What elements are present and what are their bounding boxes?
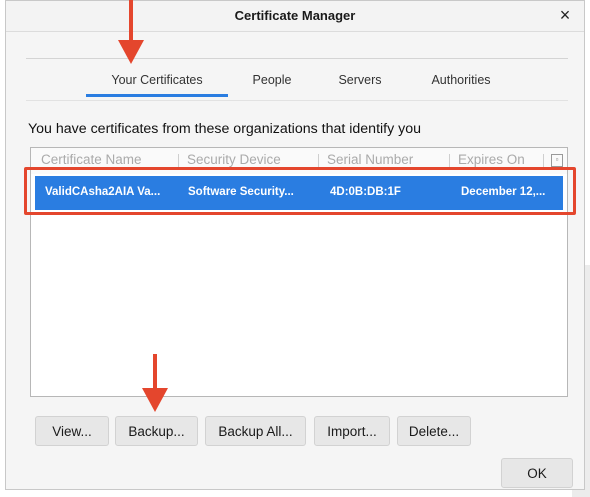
tab-authorities[interactable]: Authorities bbox=[418, 65, 504, 97]
tabs-bottom-divider bbox=[26, 100, 568, 101]
column-separator bbox=[318, 154, 319, 168]
tabs-top-divider bbox=[26, 58, 568, 59]
table-row[interactable]: ValidCAsha2AIA Va... Software Security..… bbox=[35, 176, 563, 210]
backup-button[interactable]: Backup... bbox=[115, 416, 198, 446]
column-separator bbox=[449, 154, 450, 168]
column-header-certificate-name[interactable]: Certificate Name bbox=[41, 152, 142, 167]
ok-button[interactable]: OK bbox=[501, 458, 573, 488]
tab-servers[interactable]: Servers bbox=[325, 65, 395, 97]
close-button[interactable]: × bbox=[554, 4, 576, 26]
certificate-list[interactable]: Certificate Name Security Device Serial … bbox=[30, 147, 568, 397]
dialog-title: Certificate Manager bbox=[234, 8, 356, 23]
view-button[interactable]: View... bbox=[35, 416, 109, 446]
column-header-serial-number[interactable]: Serial Number bbox=[327, 152, 413, 167]
cell-security-device: Software Security... bbox=[188, 186, 294, 198]
column-picker-icon[interactable]: ▫ bbox=[551, 154, 563, 167]
column-header-security-device[interactable]: Security Device bbox=[187, 152, 281, 167]
column-separator bbox=[543, 154, 544, 168]
title-bar: Certificate Manager × bbox=[6, 1, 584, 32]
tab-label: Your Certificates bbox=[111, 73, 203, 87]
cell-serial-number: 4D:0B:DB:1F bbox=[330, 186, 401, 198]
backup-all-button[interactable]: Backup All... bbox=[205, 416, 306, 446]
column-separator bbox=[178, 154, 179, 168]
table-header: Certificate Name Security Device Serial … bbox=[31, 148, 567, 174]
intro-text: You have certificates from these organiz… bbox=[28, 121, 422, 137]
tab-label: Authorities bbox=[431, 73, 491, 87]
cell-certificate-name: ValidCAsha2AIA Va... bbox=[45, 186, 161, 198]
tab-your-certificates[interactable]: Your Certificates bbox=[86, 65, 228, 97]
tab-people[interactable]: People bbox=[240, 65, 304, 97]
tab-label: People bbox=[252, 73, 292, 87]
delete-button[interactable]: Delete... bbox=[397, 416, 471, 446]
close-icon: × bbox=[559, 5, 571, 25]
cell-expires-on: December 12,... bbox=[461, 186, 546, 198]
import-button[interactable]: Import... bbox=[314, 416, 390, 446]
column-header-expires-on[interactable]: Expires On bbox=[458, 152, 525, 167]
tab-label: Servers bbox=[338, 73, 382, 87]
